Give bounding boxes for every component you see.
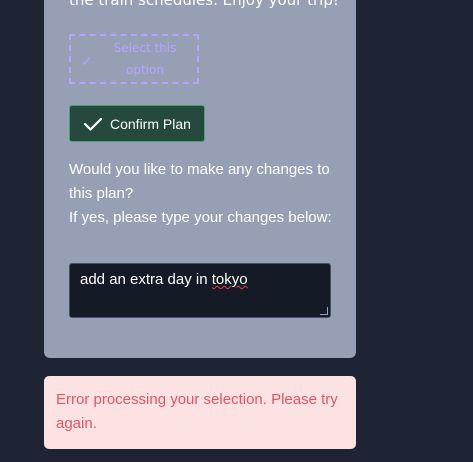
confirm-plan-button[interactable]: Confirm Plan (69, 105, 205, 142)
changes-input[interactable]: add an extra day in tokyo (69, 263, 331, 318)
resize-handle-icon[interactable] (320, 307, 328, 315)
checkmark-icon (83, 117, 103, 131)
plan-card: the train schedules. Enjoy your trip! ✓ … (44, 0, 356, 358)
changes-question-line1: Would you like to make any changes to th… (69, 161, 330, 202)
changes-question-line2: If yes, please type your changes below: (69, 209, 332, 226)
error-alert: Error processing your selection. Please … (44, 376, 356, 449)
select-option-button[interactable]: ✓ Select this option (69, 34, 199, 84)
check-icon: ✓ (81, 54, 93, 70)
error-message: Error processing your selection. Please … (56, 391, 338, 432)
misspelled-word: tokyo (211, 271, 248, 288)
confirm-plan-label: Confirm Plan (110, 115, 191, 132)
select-option-label: Select this option (113, 41, 177, 77)
plan-intro-text: the train schedules. Enjoy your trip! (69, 0, 339, 9)
changes-question: Would you like to make any changes to th… (69, 158, 339, 230)
changes-input-text: add an extra day in (80, 271, 212, 288)
